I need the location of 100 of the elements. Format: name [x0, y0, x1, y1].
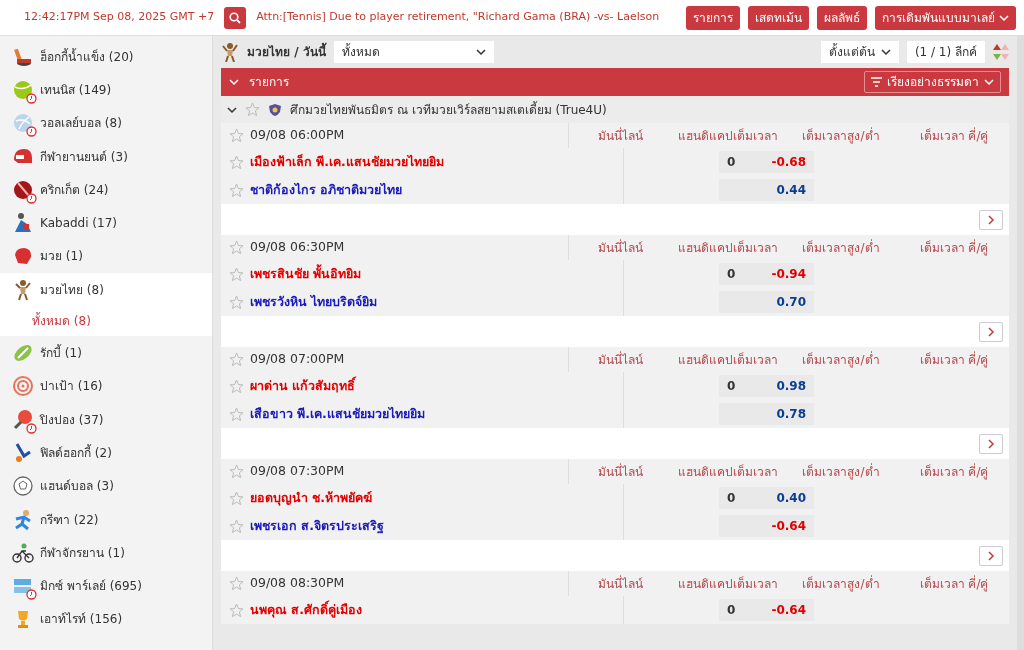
team-name: เสือขาว พี.เค.แสนชัยมวยไทยยิม: [250, 404, 425, 423]
sport-item[interactable]: แฮนด์บอล (3): [0, 469, 212, 503]
caret-icon: [475, 47, 486, 57]
news-ticker: Attn:[Tennis] Due to player retirement, "Richard Gama (BRA) -vs- Laelson: [256, 9, 661, 26]
odds-cell[interactable]: 0.78: [719, 403, 814, 425]
star-icon[interactable]: [229, 576, 244, 591]
collapse-icon[interactable]: [227, 104, 237, 115]
sport-item[interactable]: Kabaddi (17): [0, 206, 212, 240]
team-name: ผาด่าน แก้วสัมฤทธิ์: [250, 376, 356, 395]
odds-cell[interactable]: 0 0.98: [719, 375, 814, 397]
odds-cell[interactable]: -0.64: [719, 515, 814, 537]
odds-cell[interactable]: 0.70: [719, 291, 814, 313]
scrollbar[interactable]: [1017, 36, 1024, 650]
match-time: 09/08 06:30PM: [250, 238, 345, 257]
chevron-right-icon: [986, 326, 996, 337]
column-header: เต็มเวลาสูง/ต่ำ: [801, 574, 881, 593]
star-icon[interactable]: [245, 102, 260, 117]
star-icon[interactable]: [229, 518, 244, 534]
match-time: 09/08 08:30PM: [250, 574, 345, 593]
star-icon[interactable]: [229, 182, 244, 198]
menu-button[interactable]: เสดทเม้น: [748, 5, 809, 30]
sport-item[interactable]: ปิงปอง (37): [0, 402, 212, 437]
more-button[interactable]: [979, 209, 1003, 230]
team-name: เพชรสินชัย พั้นอิทยิม: [250, 264, 362, 283]
column-header: เต็มเวลาสูง/ต่ำ: [801, 462, 881, 481]
star-icon[interactable]: [229, 352, 244, 367]
sport-item[interactable]: ปาเป้า (16): [0, 369, 212, 403]
sport-item[interactable]: วอลเลย์บอล (8): [0, 106, 212, 140]
clock-text: 12:42:17PM Sep 08, 2025 GMT +7: [23, 9, 215, 26]
odds-cell[interactable]: 0 -0.94: [719, 263, 814, 285]
ball-icon: [12, 475, 34, 498]
odds-cell[interactable]: 0 0.40: [719, 487, 814, 509]
ball-icon: [12, 342, 34, 364]
sport-item[interactable]: เอาท์ไรท์ (156): [0, 602, 212, 637]
column-header: เต็มเวลา คี่/คู่: [918, 126, 990, 145]
search-button[interactable]: [224, 6, 247, 29]
sort-dropdown[interactable]: ตั้งแต่ต้น: [820, 41, 899, 63]
search-icon: [229, 11, 242, 24]
column-header: มันนี่ไลน์: [596, 462, 644, 481]
bicycle-icon: [12, 541, 34, 564]
star-icon[interactable]: [229, 378, 244, 394]
chevron-right-icon: [986, 438, 996, 449]
sport-item[interactable]: ฮ็อกกี้น้ำแข็ง (20): [0, 40, 212, 74]
team-name: ชาติก้องไกร อภิชาติมวยไทย: [250, 180, 403, 199]
sport-item[interactable]: เทนนิส (149): [0, 73, 212, 107]
target-icon: [12, 375, 34, 398]
star-icon[interactable]: [229, 294, 244, 310]
star-icon[interactable]: [229, 128, 244, 143]
column-header: มันนี่ไลน์: [596, 574, 644, 593]
chevron-right-icon: [986, 214, 996, 225]
column-header: เต็มเวลา คี่/คู่: [918, 574, 990, 593]
team-name: นพคุณ ส.ศักดิ์คู่เมือง: [250, 600, 363, 620]
column-header: มันนี่ไลน์: [596, 126, 644, 145]
column-header: เต็มเวลาสูง/ต่ำ: [801, 126, 881, 145]
star-icon[interactable]: [229, 240, 244, 255]
sport-item[interactable]: มวย (1): [0, 239, 212, 274]
banner-title: รายการ: [249, 74, 289, 91]
menu-button[interactable]: รายการ: [686, 5, 740, 30]
sub-item[interactable]: ทั้งหมด (8): [0, 306, 212, 337]
sort-order-button[interactable]: เรียงอย่างธรรมดา: [864, 71, 1001, 93]
column-header: มันนี่ไลน์: [596, 238, 644, 257]
odds-cell[interactable]: 0 -0.64: [719, 599, 814, 621]
team-name: ยอดบุญนำ ช.ห้าพยัคฆ์: [250, 488, 373, 508]
star-icon[interactable]: [229, 154, 244, 170]
column-header: มันนี่ไลน์: [596, 350, 644, 369]
figure-icon: [12, 278, 34, 301]
sport-item[interactable]: กีฬายานยนต์ (3): [0, 139, 212, 174]
star-icon[interactable]: [229, 464, 244, 479]
sport-item[interactable]: รักบี้ (1): [0, 336, 212, 370]
odds-cell[interactable]: 0 -0.68: [719, 151, 814, 173]
column-header: แฮนดิแคปเต็มเวลา: [677, 239, 779, 257]
star-icon[interactable]: [229, 406, 244, 422]
collapse-icon[interactable]: [229, 77, 239, 87]
column-header: แฮนดิแคปเต็มเวลา: [677, 575, 779, 593]
figure-icon: [12, 212, 34, 235]
paddle-icon: [12, 408, 34, 431]
menu-button[interactable]: การเดิมพันแบบมาเลย์: [875, 5, 1016, 30]
sport-item[interactable]: มวยไทย (8): [0, 273, 212, 307]
sport-item[interactable]: มิกซ์ พาร์เลย์ (695): [0, 569, 212, 603]
ball-icon: [12, 78, 34, 101]
sport-item[interactable]: ฟิลด์ฮอกกี้ (2): [0, 436, 212, 470]
sport-item[interactable]: คริกเก็ต (24): [0, 173, 212, 207]
star-icon[interactable]: [229, 266, 244, 282]
filter-dropdown[interactable]: ทั้งหมด: [333, 41, 494, 63]
match-time: 09/08 06:00PM: [250, 126, 345, 145]
column-header: แฮนดิแคปเต็มเวลา: [677, 463, 779, 481]
team-name: เพชรวังหิน ไทยบริดจ์ยิม: [250, 292, 378, 311]
menu-button[interactable]: ผลลัพธ์: [817, 5, 867, 30]
more-button[interactable]: [979, 433, 1003, 454]
more-button[interactable]: [979, 545, 1003, 566]
sort-icon[interactable]: [993, 42, 1009, 62]
odds-cell[interactable]: 0.44: [719, 179, 814, 201]
sport-item[interactable]: กรีฑา (22): [0, 502, 212, 537]
more-button[interactable]: [979, 321, 1003, 342]
match-time: 09/08 07:30PM: [250, 462, 345, 481]
sport-item[interactable]: กีฬาจักรยาน (1): [0, 536, 212, 570]
star-icon[interactable]: [229, 602, 244, 618]
star-icon[interactable]: [229, 490, 244, 506]
league-count: (1 / 1) ลีกค์: [906, 41, 985, 63]
column-header: แฮนดิแคปเต็มเวลา: [677, 127, 779, 145]
